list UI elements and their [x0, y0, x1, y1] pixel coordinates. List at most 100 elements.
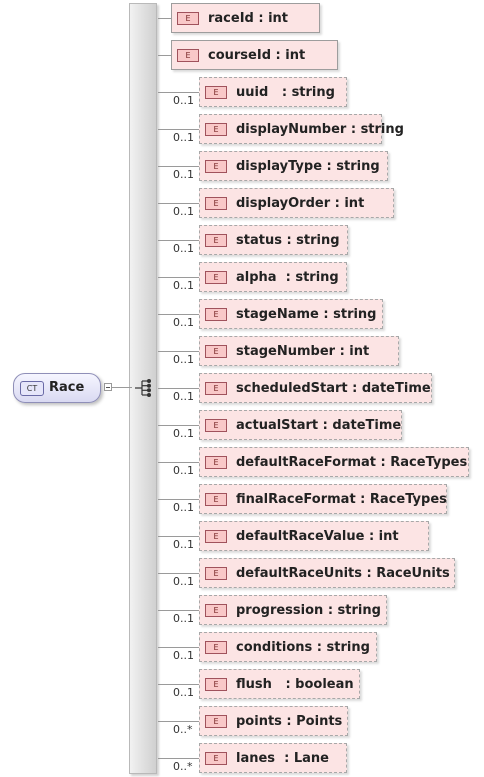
- element-label: finalRaceFormat : RaceTypes: [236, 492, 447, 507]
- element-box[interactable]: EscheduledStart : dateTime: [199, 373, 432, 403]
- element-box[interactable]: EdefaultRaceValue : int: [199, 521, 429, 551]
- element-label: status : string: [236, 233, 340, 248]
- element-badge: E: [177, 49, 199, 62]
- connector-line: [112, 387, 132, 388]
- connector-line: [158, 129, 199, 130]
- connector-line: [158, 55, 171, 56]
- element-box[interactable]: EfinalRaceFormat : RaceTypes: [199, 484, 447, 514]
- element-box[interactable]: EdisplayType : string: [199, 151, 388, 181]
- element-label: defaultRaceUnits : RaceUnits: [236, 566, 450, 581]
- element-box[interactable]: EdisplayNumber : string: [199, 114, 404, 144]
- connector-line: [158, 647, 199, 648]
- complex-type-name: Race: [49, 380, 85, 395]
- element-label: scheduledStart : dateTime: [236, 381, 431, 396]
- element-box[interactable]: EactualStart : dateTime: [199, 410, 402, 440]
- cardinality-label: 0..1: [173, 538, 194, 551]
- connector-line: [158, 314, 199, 315]
- cardinality-label: 0..1: [173, 205, 194, 218]
- element-label: lanes : Lane: [236, 751, 329, 766]
- element-box[interactable]: EdefaultRaceUnits : RaceUnits: [199, 558, 455, 588]
- element-badge: E: [205, 678, 227, 691]
- element-badge: E: [205, 271, 227, 284]
- element-badge: E: [205, 197, 227, 210]
- element-box[interactable]: Ealpha : string: [199, 262, 347, 292]
- element-label: actualStart : dateTime: [236, 418, 402, 433]
- cardinality-label: 0..1: [173, 168, 194, 181]
- element-badge: E: [205, 308, 227, 321]
- connector-line: [158, 721, 199, 722]
- cardinality-label: 0..1: [173, 612, 194, 625]
- connector-line: [158, 351, 199, 352]
- cardinality-label: 0..1: [173, 131, 194, 144]
- cardinality-label: 0..*: [173, 760, 193, 773]
- element-badge: E: [205, 382, 227, 395]
- complex-type-race[interactable]: CT Race: [13, 373, 101, 403]
- element-badge: E: [177, 12, 199, 25]
- cardinality-label: 0..1: [173, 464, 194, 477]
- connector-line: [158, 388, 199, 389]
- element-box[interactable]: EdisplayOrder : int: [199, 188, 394, 218]
- element-label: points : Points: [236, 714, 343, 729]
- element-box[interactable]: Estatus : string: [199, 225, 348, 255]
- cardinality-label: 0..*: [173, 723, 193, 736]
- connector-line: [158, 462, 199, 463]
- element-box[interactable]: Epoints : Points: [199, 706, 348, 736]
- element-label: flush : boolean: [236, 677, 354, 692]
- cardinality-label: 0..1: [173, 316, 194, 329]
- element-box[interactable]: Euuid : string: [199, 77, 347, 107]
- connector-line: [158, 277, 199, 278]
- element-box[interactable]: Eprogression : string: [199, 595, 387, 625]
- element-badge: E: [205, 160, 227, 173]
- cardinality-label: 0..1: [173, 390, 194, 403]
- element-badge: E: [205, 419, 227, 432]
- element-label: stageNumber : int: [236, 344, 370, 359]
- element-badge: E: [205, 493, 227, 506]
- connector-line: [158, 425, 199, 426]
- connector-line: [158, 684, 199, 685]
- connector-line: [158, 758, 199, 759]
- element-label: uuid : string: [236, 85, 335, 100]
- element-badge: E: [205, 86, 227, 99]
- element-badge: E: [205, 567, 227, 580]
- connector-line: [158, 92, 199, 93]
- element-box[interactable]: EdefaultRaceFormat : RaceTypes: [199, 447, 469, 477]
- sequence-compositor-icon[interactable]: [133, 377, 155, 399]
- element-box[interactable]: Elanes : Lane: [199, 743, 347, 773]
- element-label: defaultRaceValue : int: [236, 529, 399, 544]
- element-box[interactable]: Eflush : boolean: [199, 669, 360, 699]
- element-box[interactable]: EcourseId : int: [171, 40, 338, 70]
- element-badge: E: [205, 345, 227, 358]
- element-box[interactable]: EstageName : string: [199, 299, 383, 329]
- cardinality-label: 0..1: [173, 279, 194, 292]
- element-badge: E: [205, 123, 227, 136]
- connector-line: [158, 573, 199, 574]
- element-label: displayNumber : string: [236, 122, 404, 137]
- collapse-toggle[interactable]: [104, 383, 112, 391]
- connector-line: [158, 610, 199, 611]
- element-label: alpha : string: [236, 270, 339, 285]
- cardinality-label: 0..1: [173, 575, 194, 588]
- element-label: displayOrder : int: [236, 196, 365, 211]
- element-label: raceId : int: [208, 11, 289, 26]
- connector-line: [158, 166, 199, 167]
- element-badge: E: [205, 604, 227, 617]
- connector-line: [158, 499, 199, 500]
- element-label: displayType : string: [236, 159, 380, 174]
- element-box[interactable]: EstageNumber : int: [199, 336, 399, 366]
- connector-line: [158, 536, 199, 537]
- element-box[interactable]: EraceId : int: [171, 3, 320, 33]
- cardinality-label: 0..1: [173, 501, 194, 514]
- element-label: stageName : string: [236, 307, 377, 322]
- element-badge: E: [205, 715, 227, 728]
- cardinality-label: 0..1: [173, 686, 194, 699]
- element-box[interactable]: Econditions : string: [199, 632, 377, 662]
- connector-line: [158, 203, 199, 204]
- cardinality-label: 0..1: [173, 353, 194, 366]
- cardinality-label: 0..1: [173, 649, 194, 662]
- complex-type-badge: CT: [20, 381, 44, 396]
- cardinality-label: 0..1: [173, 242, 194, 255]
- element-badge: E: [205, 234, 227, 247]
- element-badge: E: [205, 456, 227, 469]
- element-badge: E: [205, 641, 227, 654]
- element-label: progression : string: [236, 603, 381, 618]
